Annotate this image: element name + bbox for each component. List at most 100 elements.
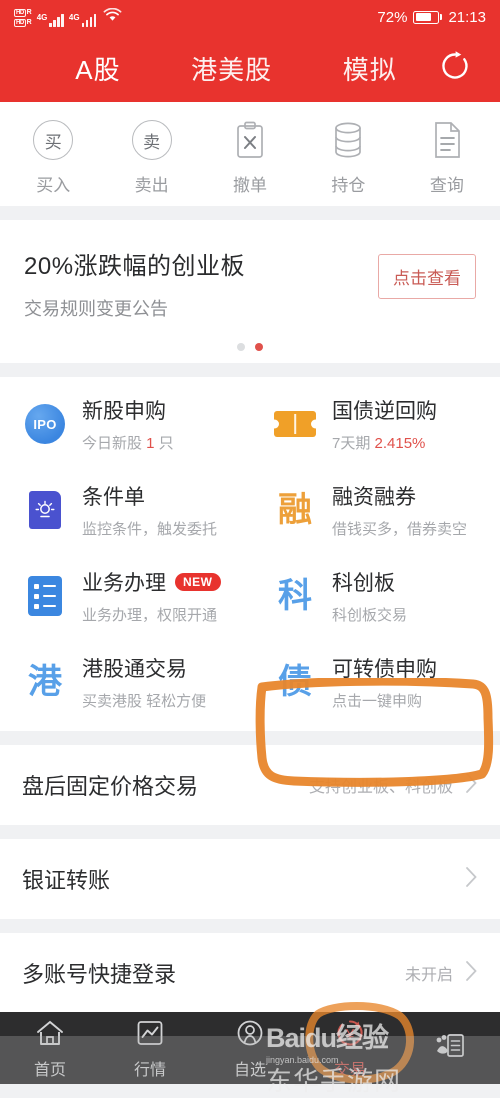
sell-glyph: 卖 xyxy=(131,120,172,160)
service-title: 可转债申购 xyxy=(332,658,437,681)
battery-percent-label: 72% xyxy=(377,8,408,26)
hd-voice-icon-2: HD xyxy=(14,18,26,27)
cancel-order-clipboard-icon xyxy=(232,118,268,162)
nav-item-trade[interactable]: ¥ 交易 xyxy=(300,1016,400,1080)
service-title: 港股通交易 xyxy=(82,658,187,681)
action-buy[interactable]: 买 买入 xyxy=(4,118,102,196)
nav-item-home[interactable]: 首页 xyxy=(0,1016,100,1080)
hk-connect-icon: 港 xyxy=(28,663,62,701)
service-treasury-reverse-repo[interactable]: 国债逆回购 7天期 2.415% xyxy=(250,381,500,467)
market-chart-icon xyxy=(136,1016,164,1050)
clock-label: 21:13 xyxy=(448,8,486,26)
action-holdings-label: 持仓 xyxy=(331,176,366,195)
business-list-icon xyxy=(22,573,68,619)
market-tab-bar: A股 港美股 模拟 xyxy=(0,50,432,87)
tab-simulation[interactable]: 模拟 xyxy=(343,50,397,87)
service-condition-order[interactable]: 条件单 监控条件，触发委托 xyxy=(0,467,250,553)
hd-voice-icon: HD xyxy=(14,8,26,17)
row-title: 盘后固定价格交易 xyxy=(22,774,199,799)
nav-item-trade-label: 交易 xyxy=(333,1062,366,1079)
status-bar-left: HD R HD R 4G 4G xyxy=(14,7,122,27)
query-document-icon xyxy=(430,118,464,162)
service-sub-highlight: 1 xyxy=(146,435,155,452)
nav-item-watchlist[interactable]: 自选 xyxy=(200,1016,300,1080)
quick-action-bar: 买 买入 卖 卖出 撤单 持仓 查询 xyxy=(0,102,500,206)
service-title: 融资融券 xyxy=(332,486,416,509)
service-star-market[interactable]: 科 科创板 科创板交易 xyxy=(250,553,500,639)
condition-order-icon xyxy=(22,487,68,533)
section-divider-5 xyxy=(0,919,500,933)
action-holdings[interactable]: 持仓 xyxy=(299,118,397,196)
app-header: A股 港美股 模拟 xyxy=(0,34,500,102)
treasury-ticket-icon xyxy=(272,401,318,447)
section-divider-2 xyxy=(0,363,500,377)
service-margin-trading[interactable]: 融 融资融券 借钱买多，借券卖空 xyxy=(250,467,500,553)
service-grid-row: 港 港股通交易 买卖港股 轻松方便 债 可转债申购 点击一键申购 xyxy=(0,639,500,725)
row-after-hours-fixed-price-trading[interactable]: 盘后固定价格交易 支持创业板、科创板 xyxy=(0,745,500,825)
roaming-icon-2: R xyxy=(26,19,32,26)
svg-text:¥: ¥ xyxy=(345,1026,355,1043)
service-subtitle: 监控条件，触发委托 xyxy=(82,521,218,538)
service-subtitle: 借钱买多，借券卖空 xyxy=(332,521,468,538)
action-sell[interactable]: 卖 卖出 xyxy=(102,118,200,196)
row-note: 未开启 xyxy=(404,967,453,984)
service-business-handling[interactable]: 业务办理 NEW 业务办理，权限开通 xyxy=(0,553,250,639)
convertible-bond-icon: 债 xyxy=(278,663,312,701)
service-subtitle: 科创板交易 xyxy=(332,607,408,624)
service-new-share-subscription[interactable]: IPO 新股申购 今日新股 1 只 xyxy=(0,381,250,467)
section-divider-1 xyxy=(0,206,500,220)
promo-banner-subtitle: 交易规则变更公告 xyxy=(24,299,168,319)
service-title: 业务办理 xyxy=(82,572,166,595)
action-cancel-order[interactable]: 撤单 xyxy=(201,118,299,196)
carousel-dot-2[interactable] xyxy=(255,343,263,351)
service-title: 新股申购 xyxy=(82,400,166,423)
refresh-button[interactable] xyxy=(432,45,478,91)
margin-trading-icon: 融 xyxy=(278,491,312,529)
nav-item-watchlist-label: 自选 xyxy=(233,1062,266,1079)
promo-view-button[interactable]: 点击查看 xyxy=(378,254,476,299)
carousel-dot-1[interactable] xyxy=(237,343,245,351)
row-multi-account-quick-login[interactable]: 多账号快捷登录 未开启 xyxy=(0,933,500,1013)
nav-item-more[interactable] xyxy=(400,1028,500,1068)
service-sub-suffix: 只 xyxy=(154,435,174,452)
row-right: 支持创业板、科创板 xyxy=(309,772,478,798)
service-sub-prefix: 7天期 xyxy=(332,435,375,452)
service-subtitle: 今日新股 1 只 xyxy=(82,432,174,453)
service-convertible-bond-subscription[interactable]: 债 可转债申购 点击一键申购 xyxy=(250,639,500,725)
network-type-label-2: 4G xyxy=(68,12,80,22)
watchlist-person-icon xyxy=(236,1016,264,1050)
row-title: 银证转账 xyxy=(22,868,111,893)
nav-item-market[interactable]: 行情 xyxy=(100,1016,200,1080)
service-text: 港股通交易 买卖港股 轻松方便 xyxy=(82,653,206,711)
service-text: 国债逆回购 7天期 2.415% xyxy=(332,395,437,453)
action-sell-label: 卖出 xyxy=(134,176,169,195)
nav-item-home-label: 首页 xyxy=(33,1062,66,1079)
service-title: 条件单 xyxy=(82,486,145,509)
section-divider-3 xyxy=(0,731,500,745)
service-text: 科创板 科创板交易 xyxy=(332,567,407,625)
service-subtitle: 业务办理，权限开通 xyxy=(82,607,218,624)
service-sub-prefix: 今日新股 xyxy=(82,435,147,452)
chevron-right-icon xyxy=(465,772,478,798)
promo-banner-title: 20%涨跌幅的创业板 xyxy=(24,253,246,280)
volte-indicator-group: HD R HD R xyxy=(14,8,32,27)
action-query[interactable]: 查询 xyxy=(398,118,496,196)
service-text: 条件单 监控条件，触发委托 xyxy=(82,481,217,539)
tab-hk-us-shares[interactable]: 港美股 xyxy=(191,50,272,87)
service-grid-row: 业务办理 NEW 业务办理，权限开通 科 科创板 科创板交易 xyxy=(0,553,500,639)
row-bank-securities-transfer[interactable]: 银证转账 xyxy=(0,839,500,919)
buy-glyph: 买 xyxy=(33,120,74,160)
section-divider-4 xyxy=(0,825,500,839)
status-bar-right: 72% 21:13 xyxy=(377,9,486,26)
app-screen: HD R HD R 4G 4G 72% 21:13 A股 港美股 模拟 买 买入… xyxy=(0,0,500,1096)
signal-sim1: 4G xyxy=(37,13,64,27)
tab-a-shares[interactable]: A股 xyxy=(75,50,120,87)
service-text: 可转债申购 点击一键申购 xyxy=(332,653,437,711)
action-cancel-order-label: 撤单 xyxy=(233,176,268,195)
roaming-icon: R xyxy=(26,9,32,16)
promo-banner[interactable]: 20%涨跌幅的创业板 交易规则变更公告 点击查看 xyxy=(0,220,500,329)
service-sub-highlight: 2.415% xyxy=(374,435,426,452)
network-type-label-1: 4G xyxy=(36,12,48,22)
action-buy-label: 买入 xyxy=(36,176,71,195)
service-hk-connect-trading[interactable]: 港 港股通交易 买卖港股 轻松方便 xyxy=(0,639,250,725)
